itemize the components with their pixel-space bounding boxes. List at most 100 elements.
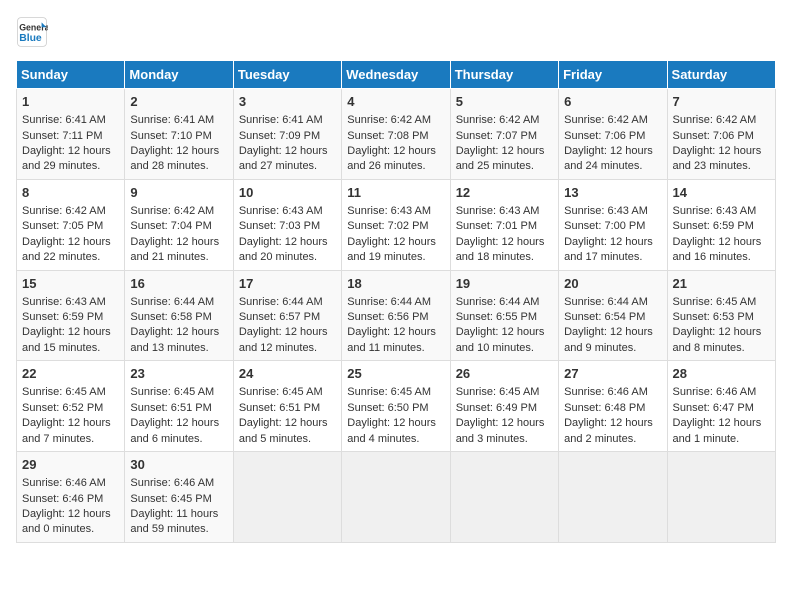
day-number: 10 [239,184,336,202]
cell-sunrise: Sunrise: 6:42 AM [564,114,648,126]
cell-sunrise: Sunrise: 6:42 AM [22,205,106,217]
cell-daylight: Daylight: 12 hours and 27 minutes. [239,145,328,172]
cell-sunset: Sunset: 7:08 PM [347,130,428,142]
day-number: 18 [347,275,444,293]
cell-daylight: Daylight: 12 hours and 4 minutes. [347,417,436,444]
calendar-cell: 15Sunrise: 6:43 AMSunset: 6:59 PMDayligh… [17,270,125,361]
cell-sunrise: Sunrise: 6:44 AM [564,296,648,308]
cell-sunset: Sunset: 6:51 PM [239,402,320,414]
calendar-cell: 12Sunrise: 6:43 AMSunset: 7:01 PMDayligh… [450,179,558,270]
calendar-day-header: Tuesday [233,61,341,89]
cell-sunrise: Sunrise: 6:45 AM [347,386,431,398]
cell-sunrise: Sunrise: 6:43 AM [456,205,540,217]
page-header: General Blue [16,16,776,48]
calendar-cell [559,452,667,543]
day-number: 26 [456,365,553,383]
cell-daylight: Daylight: 12 hours and 1 minute. [673,417,762,444]
day-number: 11 [347,184,444,202]
cell-daylight: Daylight: 12 hours and 22 minutes. [22,236,111,263]
cell-sunrise: Sunrise: 6:45 AM [130,386,214,398]
cell-daylight: Daylight: 12 hours and 19 minutes. [347,236,436,263]
cell-sunset: Sunset: 6:56 PM [347,311,428,323]
day-number: 9 [130,184,227,202]
cell-daylight: Daylight: 12 hours and 8 minutes. [673,326,762,353]
day-number: 15 [22,275,119,293]
cell-daylight: Daylight: 12 hours and 25 minutes. [456,145,545,172]
calendar-day-header: Friday [559,61,667,89]
cell-daylight: Daylight: 12 hours and 16 minutes. [673,236,762,263]
day-number: 5 [456,93,553,111]
calendar-cell: 1 Sunrise: 6:41 AM Sunset: 7:11 PM Daylight… [17,89,125,180]
calendar-cell: 4Sunrise: 6:42 AMSunset: 7:08 PMDaylight… [342,89,450,180]
day-number: 3 [239,93,336,111]
calendar-cell: 22Sunrise: 6:45 AMSunset: 6:52 PMDayligh… [17,361,125,452]
calendar-day-header: Monday [125,61,233,89]
day-number: 8 [22,184,119,202]
calendar-cell: 23Sunrise: 6:45 AMSunset: 6:51 PMDayligh… [125,361,233,452]
cell-sunrise: Sunrise: 6:41 AM [130,114,214,126]
cell-daylight: Daylight: 12 hours and 10 minutes. [456,326,545,353]
cell-daylight: Daylight: 12 hours and 3 minutes. [456,417,545,444]
cell-daylight: Daylight: 12 hours and 20 minutes. [239,236,328,263]
calendar-cell: 7Sunrise: 6:42 AMSunset: 7:06 PMDaylight… [667,89,775,180]
cell-daylight: Daylight: 12 hours and 23 minutes. [673,145,762,172]
calendar-cell [233,452,341,543]
cell-sunset: Sunset: 7:11 PM [22,130,103,142]
calendar-day-header: Wednesday [342,61,450,89]
calendar-table: SundayMondayTuesdayWednesdayThursdayFrid… [16,60,776,543]
cell-sunrise: Sunrise: 6:41 AM [22,114,106,126]
day-number: 2 [130,93,227,111]
calendar-week-row: 1 Sunrise: 6:41 AM Sunset: 7:11 PM Daylight… [17,89,776,180]
day-number: 16 [130,275,227,293]
cell-sunset: Sunset: 7:01 PM [456,220,537,232]
cell-sunrise: Sunrise: 6:42 AM [673,114,757,126]
calendar-cell: 16Sunrise: 6:44 AMSunset: 6:58 PMDayligh… [125,270,233,361]
day-number: 14 [673,184,770,202]
calendar-cell: 10Sunrise: 6:43 AMSunset: 7:03 PMDayligh… [233,179,341,270]
cell-sunset: Sunset: 6:46 PM [22,493,103,505]
calendar-cell: 26 Sunrise: 6:45 AM Sunset: 6:49 PM Dayligh… [450,361,558,452]
calendar-day-header: Sunday [17,61,125,89]
cell-sunrise: Sunrise: 6:44 AM [239,296,323,308]
calendar-cell: 5Sunrise: 6:42 AMSunset: 7:07 PMDaylight… [450,89,558,180]
cell-daylight: Daylight: 12 hours and 5 minutes. [239,417,328,444]
calendar-cell: 6Sunrise: 6:42 AMSunset: 7:06 PMDaylight… [559,89,667,180]
calendar-cell [450,452,558,543]
calendar-week-row: 15Sunrise: 6:43 AMSunset: 6:59 PMDayligh… [17,270,776,361]
calendar-cell: 29Sunrise: 6:46 AMSunset: 6:46 PMDayligh… [17,452,125,543]
cell-daylight: Daylight: 12 hours and 0 minutes. [22,508,111,535]
cell-daylight: Daylight: 12 hours and 12 minutes. [239,326,328,353]
svg-text:Blue: Blue [19,33,42,44]
cell-sunset: Sunset: 7:06 PM [673,130,754,142]
cell-sunset: Sunset: 6:57 PM [239,311,320,323]
day-number: 6 [564,93,661,111]
cell-daylight: Daylight: 12 hours and 15 minutes. [22,326,111,353]
cell-sunrise: Sunrise: 6:45 AM [456,386,540,398]
day-number: 1 [22,93,119,111]
calendar-cell: 18Sunrise: 6:44 AMSunset: 6:56 PMDayligh… [342,270,450,361]
calendar-week-row: 8Sunrise: 6:42 AMSunset: 7:05 PMDaylight… [17,179,776,270]
cell-sunrise: Sunrise: 6:44 AM [456,296,540,308]
cell-sunrise: Sunrise: 6:42 AM [347,114,431,126]
cell-sunset: Sunset: 6:48 PM [564,402,645,414]
cell-sunset: Sunset: 6:49 PM [456,402,537,414]
cell-sunset: Sunset: 6:59 PM [22,311,103,323]
cell-sunrise: Sunrise: 6:45 AM [673,296,757,308]
cell-sunrise: Sunrise: 6:41 AM [239,114,323,126]
calendar-cell: 14Sunrise: 6:43 AMSunset: 6:59 PMDayligh… [667,179,775,270]
day-number: 20 [564,275,661,293]
cell-sunset: Sunset: 6:53 PM [673,311,754,323]
cell-sunset: Sunset: 6:58 PM [130,311,211,323]
svg-text:General: General [19,22,48,32]
calendar-day-header: Thursday [450,61,558,89]
day-number: 13 [564,184,661,202]
day-number: 27 [564,365,661,383]
cell-daylight: Daylight: 12 hours and 7 minutes. [22,417,111,444]
cell-daylight: Daylight: 12 hours and 24 minutes. [564,145,653,172]
cell-daylight: Daylight: 12 hours and 6 minutes. [130,417,219,444]
cell-sunrise: Sunrise: 6:45 AM [22,386,106,398]
calendar-cell: 24Sunrise: 6:45 AMSunset: 6:51 PMDayligh… [233,361,341,452]
calendar-week-row: 29Sunrise: 6:46 AMSunset: 6:46 PMDayligh… [17,452,776,543]
cell-daylight: Daylight: 12 hours and 13 minutes. [130,326,219,353]
cell-daylight: Daylight: 12 hours and 29 minutes. [22,145,111,172]
